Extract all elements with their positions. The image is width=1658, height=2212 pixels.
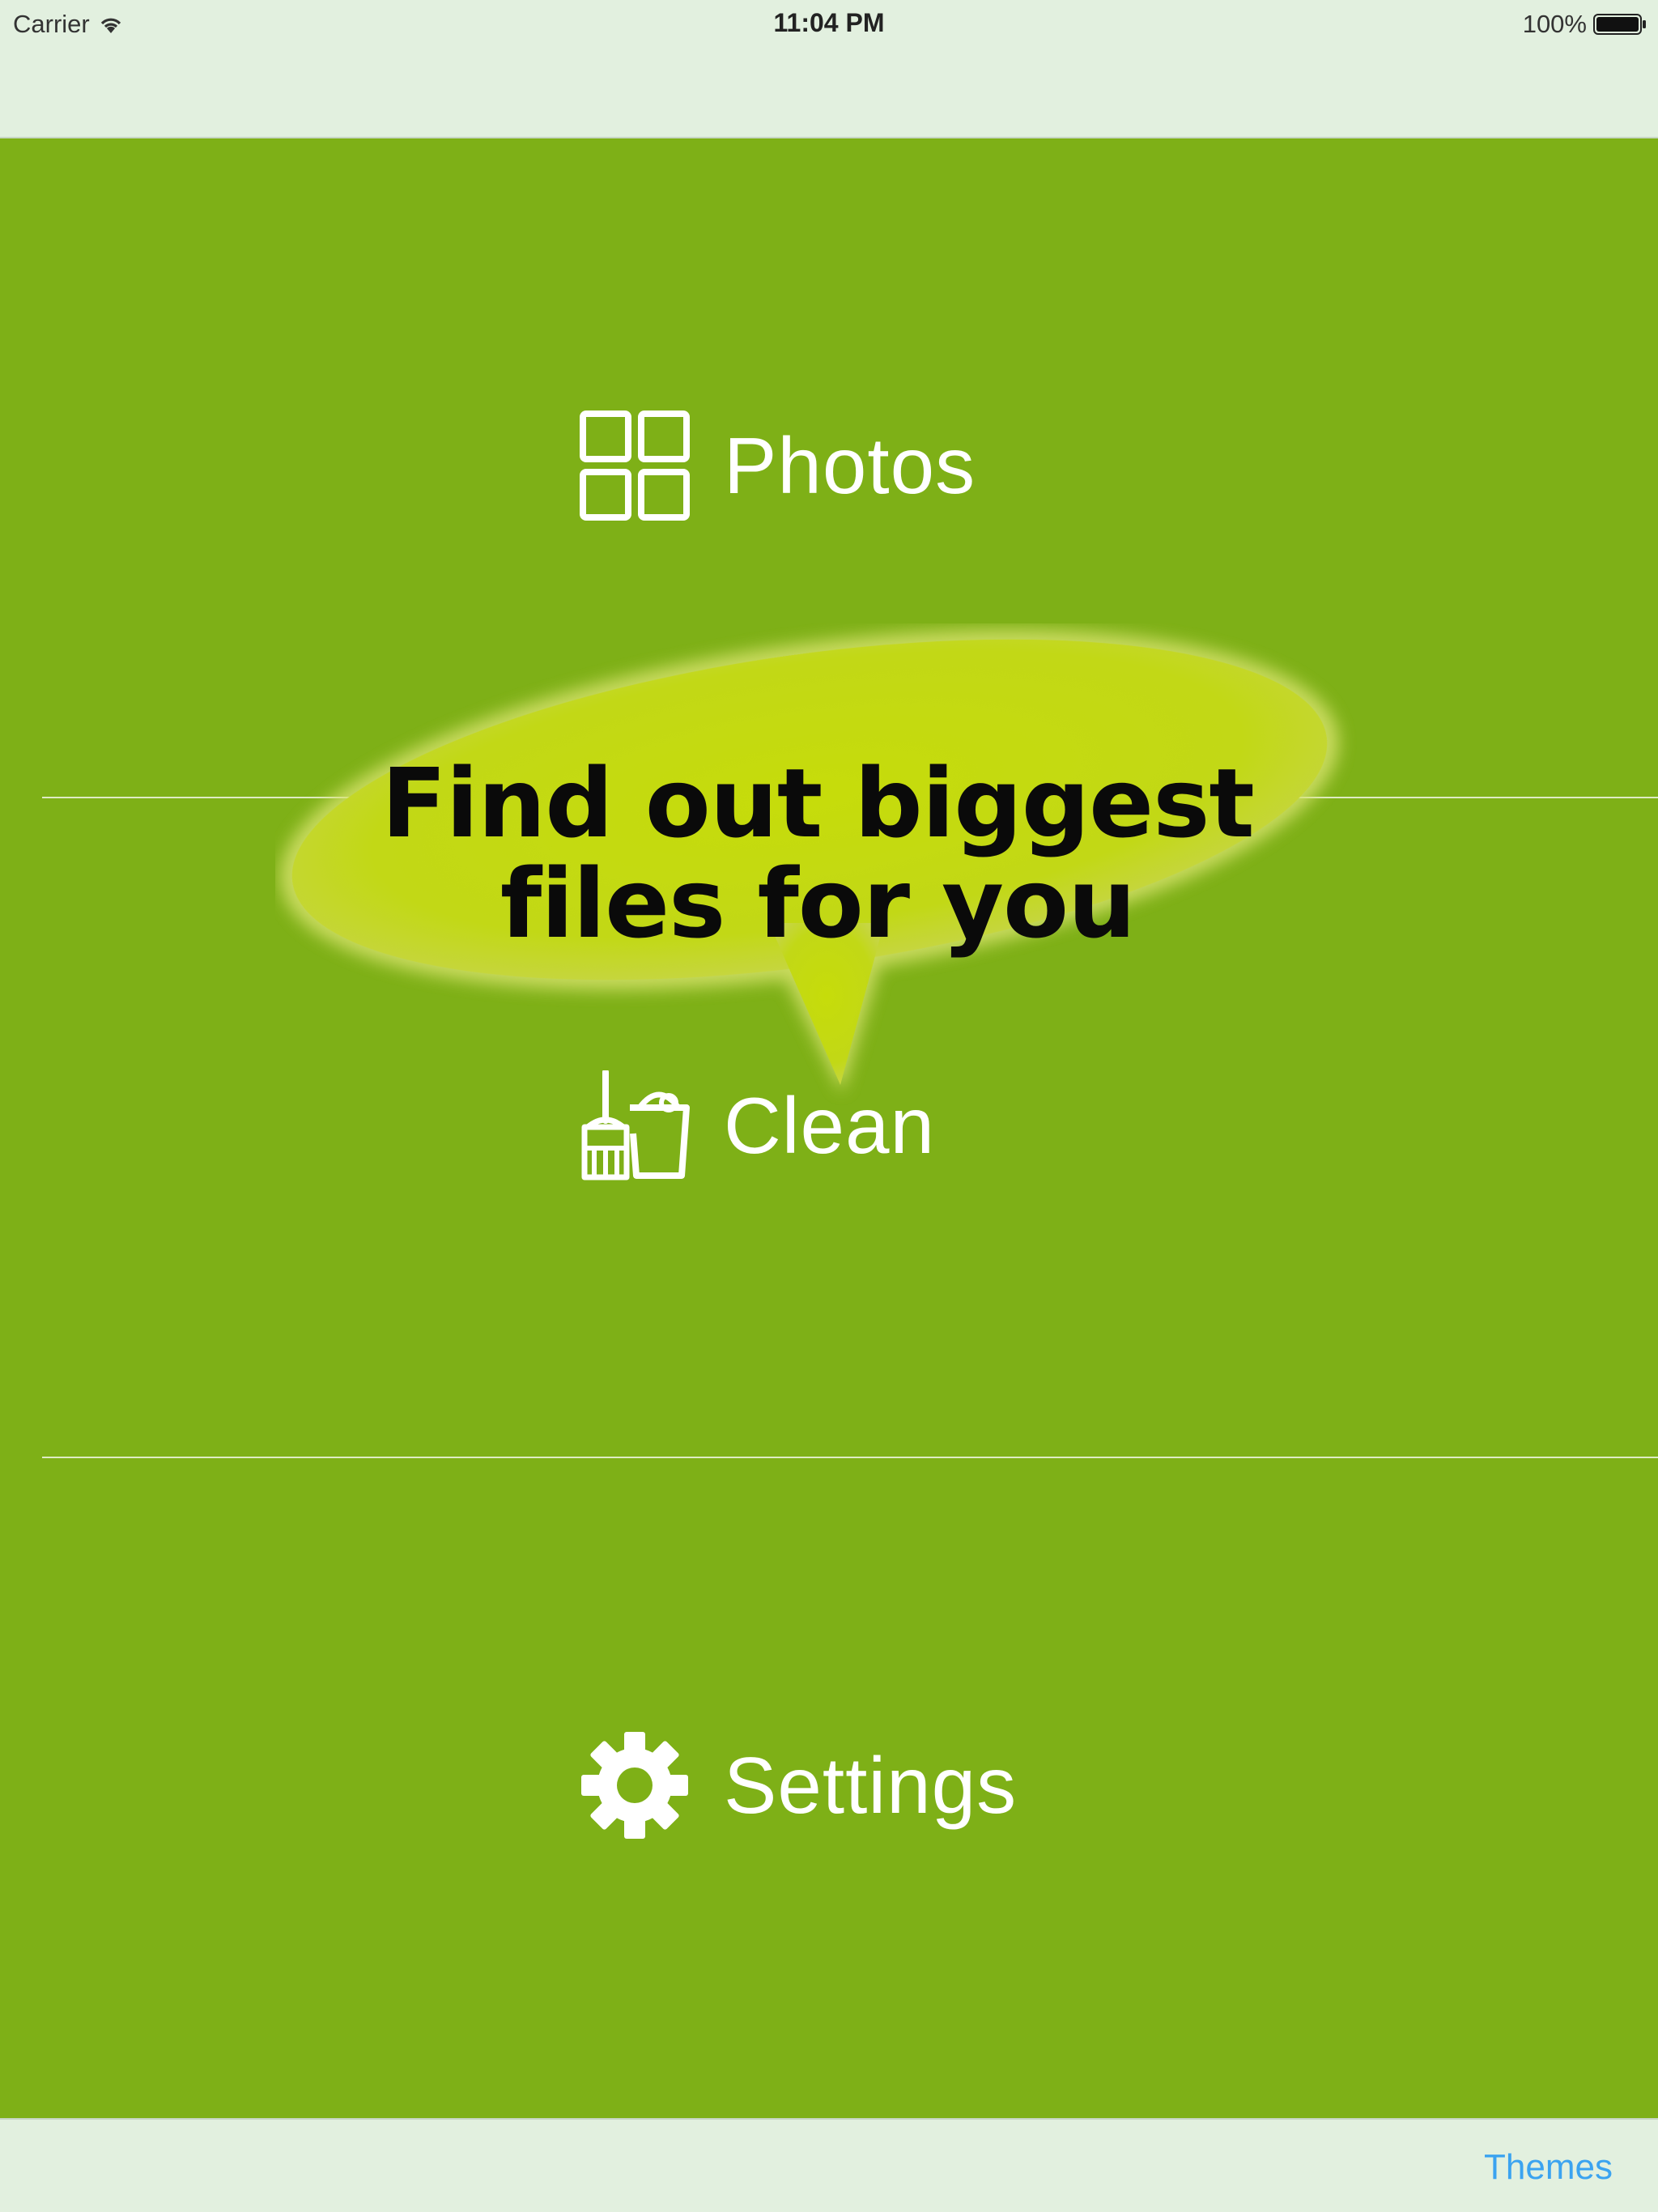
photos-grid-icon bbox=[580, 410, 690, 521]
menu-item-settings[interactable]: Settings bbox=[0, 1458, 1658, 2118]
menu-item-photos-content: Photos bbox=[580, 409, 976, 522]
status-bar: Carrier 11:04 PM 100% bbox=[0, 0, 1658, 45]
battery-indicator: 100% bbox=[1523, 10, 1647, 39]
top-bar: Carrier 11:04 PM 100% bbox=[0, 0, 1658, 138]
gear-icon bbox=[581, 1732, 688, 1839]
menu-item-photos[interactable]: Photos bbox=[0, 138, 1658, 798]
main-menu: Photos Clean Settings bbox=[0, 138, 1658, 2118]
menu-item-settings-label: Settings bbox=[724, 1741, 1018, 1830]
battery-percent: 100% bbox=[1522, 10, 1587, 38]
menu-item-clean-label: Clean bbox=[724, 1081, 936, 1170]
broom-bucket-icon bbox=[581, 1070, 690, 1180]
menu-item-photos-label: Photos bbox=[724, 421, 976, 510]
menu-item-clean[interactable]: Clean bbox=[0, 798, 1658, 1458]
menu-item-settings-content: Settings bbox=[580, 1729, 1017, 1842]
status-time: 11:04 PM bbox=[773, 8, 885, 37]
battery-icon bbox=[1593, 14, 1646, 35]
menu-item-clean-content: Clean bbox=[580, 1069, 935, 1182]
themes-button[interactable]: Themes bbox=[1484, 2147, 1613, 2188]
bottom-toolbar: Themes bbox=[0, 2118, 1658, 2212]
